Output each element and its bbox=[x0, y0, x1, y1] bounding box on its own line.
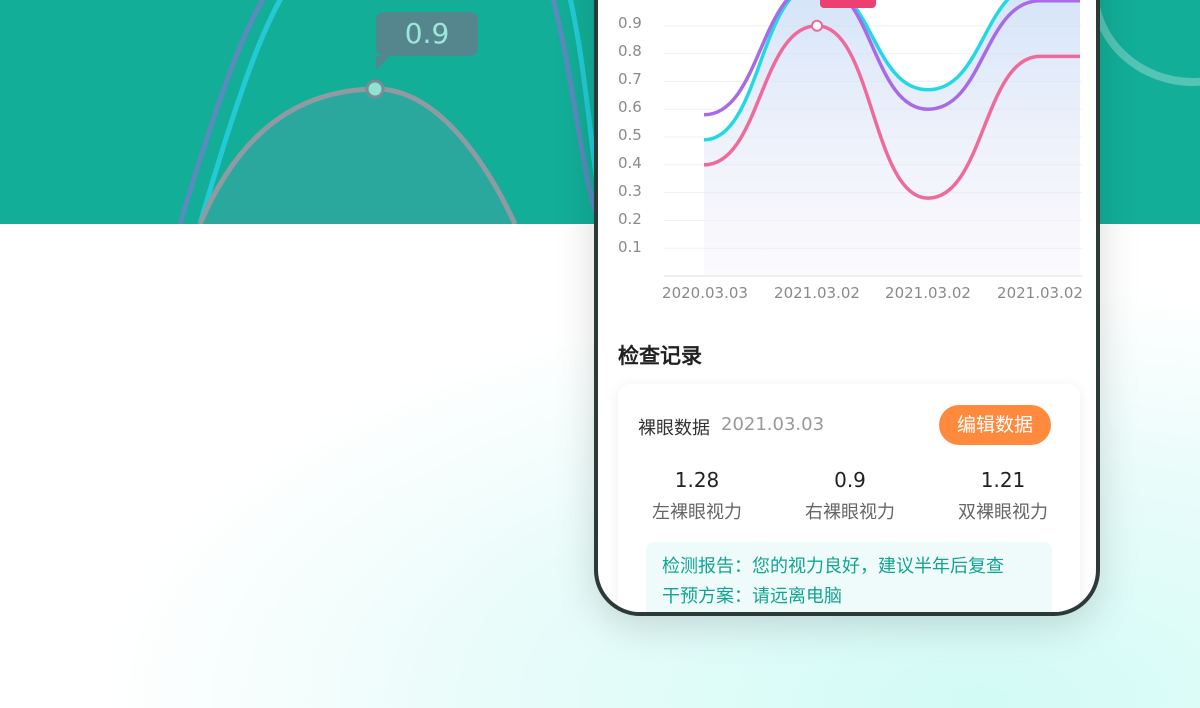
record-card: 裸眼数据 2021.03.03 编辑数据 1.28 左裸眼视力 0.9 右裸眼视… bbox=[618, 384, 1080, 612]
series-area bbox=[704, 0, 1080, 276]
x-tick: 2021.03.02 bbox=[885, 284, 971, 302]
plan-line: 干预方案：请远离电脑 bbox=[662, 586, 842, 607]
stat-both-eyes: 1.21 双裸眼视力 bbox=[928, 468, 1078, 524]
record-label: 裸眼数据 bbox=[638, 418, 710, 439]
y-tick: 0.5 bbox=[618, 126, 642, 144]
stat-left-eye: 1.28 左裸眼视力 bbox=[622, 468, 772, 524]
section-title: 检查记录 bbox=[618, 344, 702, 368]
stat-value: 0.9 bbox=[834, 468, 866, 492]
x-tick: 2020.03.03 bbox=[662, 284, 748, 302]
edit-data-button[interactable]: 编辑数据 bbox=[939, 405, 1051, 445]
chart-area bbox=[704, 0, 1080, 276]
y-tick: 0.4 bbox=[618, 154, 642, 172]
y-tick: 0.1 bbox=[618, 238, 642, 256]
vision-trend-chart bbox=[664, 0, 1082, 277]
stat-label: 右裸眼视力 bbox=[805, 502, 895, 523]
stat-label: 双裸眼视力 bbox=[958, 502, 1048, 523]
y-tick: 0.6 bbox=[618, 98, 642, 116]
y-tick: 0.8 bbox=[618, 42, 642, 60]
chart-tooltip: 0.9 bbox=[820, 0, 876, 8]
stat-value: 1.21 bbox=[980, 468, 1026, 492]
report-box: 检测报告：您的视力良好，建议半年后复查 干预方案：请远离电脑 bbox=[646, 542, 1052, 612]
y-tick: 0.7 bbox=[618, 70, 642, 88]
y-tick: 0.9 bbox=[618, 14, 642, 32]
stat-right-eye: 0.9 右裸眼视力 bbox=[775, 468, 925, 524]
y-tick: 0.3 bbox=[618, 182, 642, 200]
x-tick: 2021.03.02 bbox=[774, 284, 860, 302]
x-tick: 2021.03.02 bbox=[997, 284, 1083, 302]
report-line: 检测报告：您的视力良好，建议半年后复查 bbox=[662, 556, 1004, 577]
stat-value: 1.28 bbox=[674, 468, 720, 492]
stat-label: 左裸眼视力 bbox=[652, 502, 742, 523]
record-date: 2021.03.03 bbox=[721, 414, 825, 435]
y-tick: 0.2 bbox=[618, 210, 642, 228]
highlight-point bbox=[811, 19, 823, 32]
background-tooltip: 0.9 bbox=[376, 12, 478, 70]
phone-mockup: 0.9 0.8 0.7 0.6 0.5 0.4 0.3 0.2 0.1 2020… bbox=[594, 0, 1100, 616]
